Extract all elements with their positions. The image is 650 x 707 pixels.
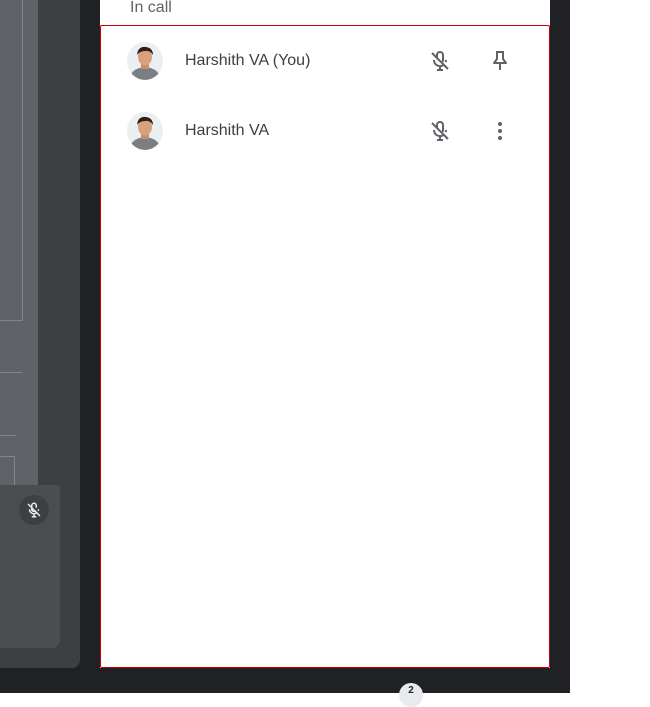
participant-row[interactable]: Harshith VA <box>100 96 550 166</box>
participant-name: Harshith VA (You) <box>185 52 311 69</box>
section-title: In call <box>130 0 172 16</box>
more-vert-icon[interactable] <box>485 116 515 146</box>
video-stage <box>0 0 80 668</box>
people-panel: In call Harshith VA (You) Harshith VA <box>100 0 550 668</box>
presentation-tile <box>0 0 38 486</box>
mic-off-icon[interactable] <box>425 116 455 146</box>
avatar <box>127 42 163 80</box>
mic-off-icon <box>19 495 49 525</box>
participant-name: Harshith VA <box>185 122 270 139</box>
participant-count-badge: 2 <box>399 683 423 707</box>
avatar <box>127 112 163 150</box>
participant-row[interactable]: Harshith VA (You) <box>100 26 550 96</box>
mic-off-icon[interactable] <box>425 46 455 76</box>
pin-icon[interactable] <box>485 46 515 76</box>
